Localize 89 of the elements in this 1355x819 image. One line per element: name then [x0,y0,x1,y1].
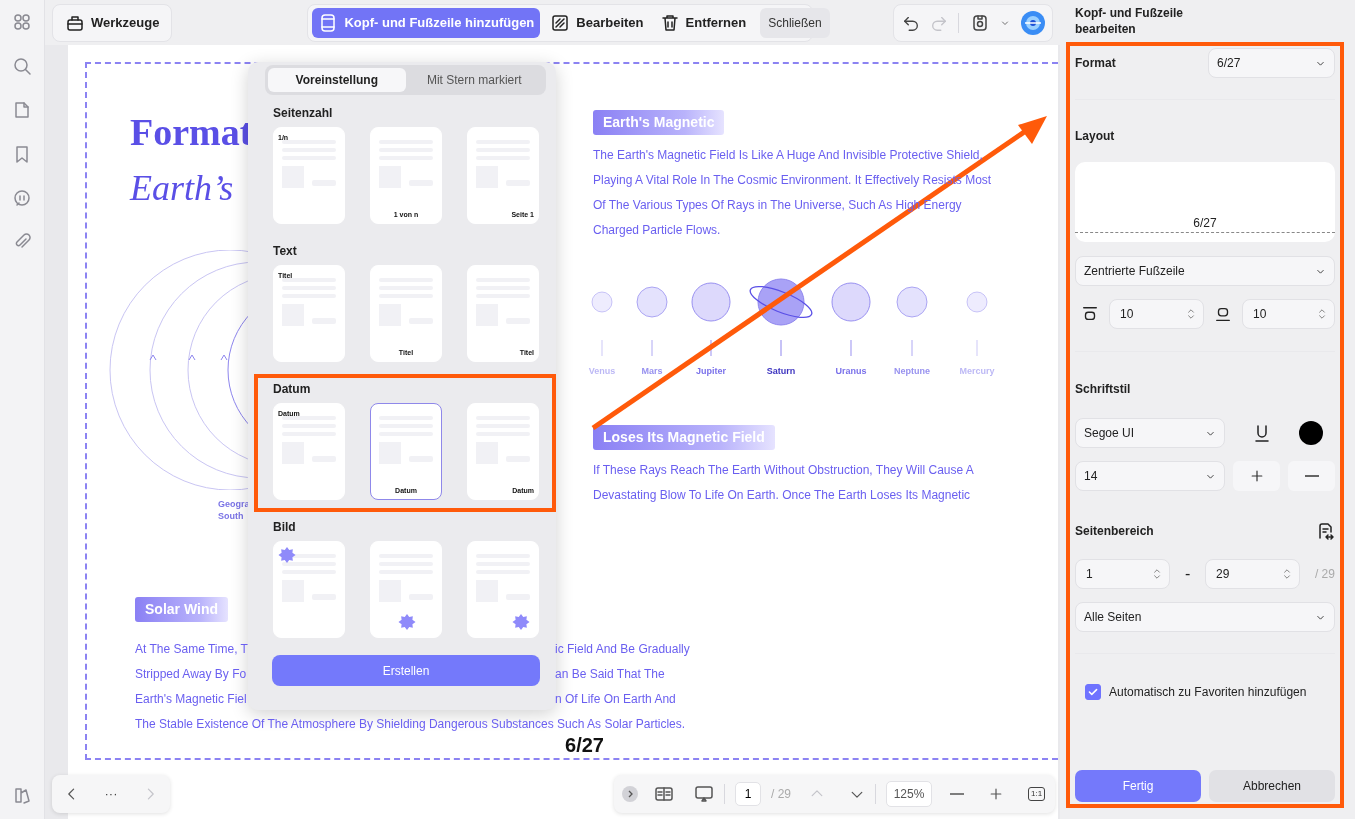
presentation-icon[interactable] [694,784,714,804]
range-separator: - [1184,564,1191,584]
document-subtitle: Earth’s [130,167,234,210]
paragraph-line: The Stable Existence Of The Atmosphere By Shielding Dangerous Substances Such As Solar Particles. [135,716,686,733]
hatched-square-icon [550,12,571,33]
section-label: Schriftstil [1075,381,1132,397]
position-dropdown[interactable]: Zentrierte Fußzeile [1075,256,1335,286]
expand-icon[interactable] [622,786,638,802]
search-icon[interactable] [12,56,32,76]
zoom-field[interactable]: 125% [886,781,932,807]
section-title: Datum [273,381,312,397]
section-heading: Loses Its Magnetic Field [593,425,775,450]
close-button[interactable]: Schließen [760,7,830,38]
checkbox[interactable] [1085,684,1101,700]
section-title: Seitenzahl [273,105,334,121]
color-swatch[interactable] [1299,421,1323,445]
star-badge-icon [512,613,530,631]
create-button[interactable]: Erstellen [272,655,540,686]
format-dropdown[interactable]: 6/27 [1208,48,1335,78]
minus-icon [1304,475,1319,477]
number-spinner[interactable]: 10 [1242,299,1335,329]
section-label: Layout [1075,128,1116,144]
popup-tab[interactable]: Mit Stern markiert [405,68,543,92]
comment-icon[interactable] [12,188,32,208]
assistant-logo-icon[interactable] [1020,10,1045,35]
top-margin-icon [1081,305,1099,323]
pages-dropdown[interactable]: Alle Seiten [1075,602,1335,632]
paragraph-line: n Of Life On Earth And [555,691,676,708]
toolbar-tab[interactable]: Entfernen [653,7,753,38]
range-total: / 29 [1314,566,1335,583]
checkbox-label: Automatisch zu Favoriten hinzufügen [1109,684,1307,701]
number-spinner[interactable]: 1 [1075,559,1170,589]
template-card[interactable] [273,541,345,638]
diagram-label: South [218,510,245,522]
star-badge-icon [398,613,416,631]
section-label: Seitenbereich [1075,523,1154,539]
checkmark-icon [1087,686,1099,698]
size-dropdown[interactable]: 14 [1075,461,1225,491]
section-heading: Earth's Magnetic [593,110,725,135]
section-title: Text [273,243,298,259]
font-dropdown[interactable]: Segoe UI [1075,418,1225,448]
section-heading: Solar Wind [135,597,228,622]
actual-size-button[interactable]: 1:1 [1028,787,1046,801]
toolbar-tab[interactable]: Bearbeiten [544,7,650,38]
preview-text: 6/27 [1193,216,1217,230]
planet-label: Jupiter [696,366,726,376]
toolbar-tab[interactable]: Kopf- und Fußzeile hinzufügen [312,7,541,38]
stepper-arrows-icon [1151,567,1163,581]
planet-label: Venus [588,366,616,376]
paragraph-line: At The Same Time, T [135,642,248,656]
two-page-icon[interactable] [654,784,674,804]
panel-title: Kopf- und Fußzeile bearbeiten [1074,5,1184,37]
page-input[interactable]: 1 [735,782,761,806]
template-card[interactable] [370,541,442,638]
bottom-margin-icon [1214,305,1232,323]
increase-button[interactable] [1233,461,1280,491]
zoom-in-icon[interactable] [988,786,1004,802]
page-total: / 29 [771,786,791,803]
page-icon[interactable] [12,100,32,120]
field-label: Format [1075,55,1116,71]
template-card[interactable] [467,541,539,638]
section-title: Bild [273,519,297,535]
stepper-arrows-icon [1316,307,1328,321]
apps-icon[interactable] [12,12,32,32]
paragraph-line: Stripped Away By Fo [135,667,247,681]
paragraph-line: Earth's Magnetic Fiel [135,692,247,706]
star-badge-icon [278,546,296,564]
document-title: Format [130,110,253,154]
planet-label: Mars [641,366,663,376]
more-button[interactable]: ··· [104,784,118,804]
paragraph: If These Rays Reach The Earth Without Obstruction, They Will Cause A Devastating Blow To Life On Earth. Once The Earth Loses Its Magnetic [593,462,975,504]
underline-icon[interactable] [1252,423,1272,443]
popup-tab[interactable]: Voreinstellung [268,68,406,92]
page-preview-drawing [282,554,336,602]
cancel-button[interactable]: Abbrechen [1209,770,1335,802]
done-button[interactable]: Fertig [1075,770,1201,802]
planet-label: Neptune [894,366,930,376]
panel-icon[interactable] [12,785,32,805]
planet-label: Saturn [766,366,796,376]
paragraph-line: ic Field And Be Gradually [555,641,690,658]
page-footer-number: 6/27 [564,733,605,757]
number-spinner[interactable]: 10 [1109,299,1204,329]
paragraph-line: an Be Said That The [555,666,665,683]
planet-label: Mercury [959,366,995,376]
planet-label: Uranus [835,366,867,376]
tools-button[interactable]: Werkzeuge [53,4,172,41]
trash-icon [659,12,680,33]
number-spinner[interactable]: 29 [1205,559,1301,589]
stepper-arrows-icon [1185,307,1197,321]
